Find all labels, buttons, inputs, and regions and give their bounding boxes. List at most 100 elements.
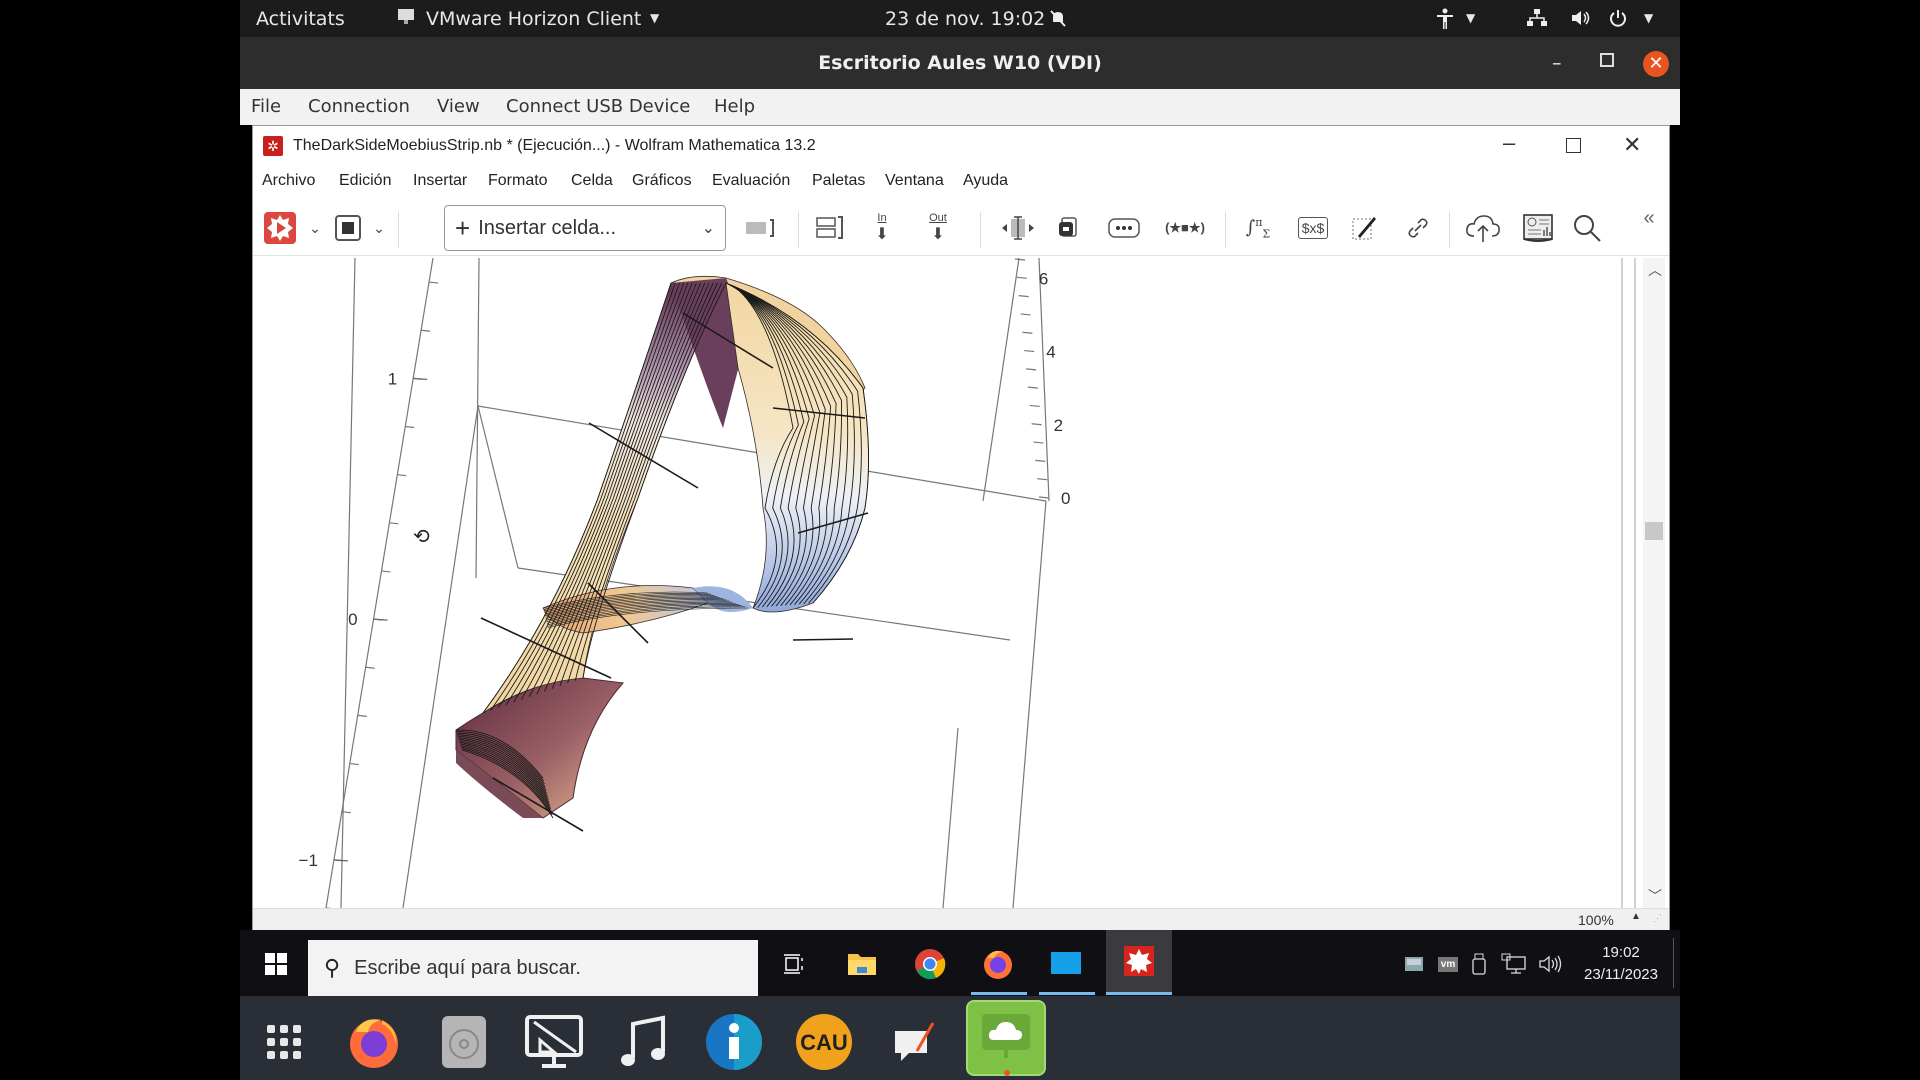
taskbar-file-explorer[interactable] [844, 946, 880, 982]
menu-ayuda[interactable]: Ayuda [963, 172, 1008, 190]
taskbar-chrome[interactable] [912, 946, 948, 982]
dock-horizon-client[interactable] [966, 1000, 1046, 1076]
minimize-button[interactable]: – [1503, 130, 1515, 156]
zoom-level[interactable]: 100% [1578, 912, 1614, 928]
in-label: In [877, 212, 887, 224]
math-palette-icon: ∫πΣ [1245, 215, 1271, 241]
menu-file[interactable]: File [251, 96, 281, 117]
dock-optical-drive[interactable] [432, 1010, 496, 1074]
evaluate-button[interactable] [262, 210, 298, 246]
ellipsis-button[interactable] [1107, 210, 1141, 246]
dock-info[interactable] [702, 1010, 766, 1074]
evaluate-dropdown[interactable]: ⌄ [307, 210, 323, 246]
cell-bracket[interactable] [1621, 258, 1623, 908]
vertical-scrollbar[interactable]: ︿ ﹀ [1643, 258, 1665, 908]
task-view-button[interactable] [776, 946, 812, 982]
taskbar-clock[interactable]: 19:02 23/11/2023 [1576, 942, 1666, 986]
link-button[interactable] [1403, 210, 1433, 246]
menu-connect-usb[interactable]: Connect USB Device [506, 96, 690, 117]
cell-bracket-button[interactable] [743, 210, 777, 246]
vmware-running-indicator [1039, 992, 1095, 995]
menu-paletas[interactable]: Paletas [812, 172, 865, 190]
menu-insertar[interactable]: Insertar [413, 172, 467, 190]
drawing-button[interactable] [1347, 210, 1381, 246]
collapse-toolbar-button[interactable]: « [1639, 200, 1659, 236]
abort-button[interactable] [333, 210, 363, 246]
running-indicator [1004, 1070, 1010, 1076]
insert-output-button[interactable]: Out ⬇ [921, 210, 955, 246]
dock-cau[interactable]: CAU [792, 1010, 856, 1074]
drawing-icon [1352, 217, 1376, 240]
chevron-down-icon[interactable]: ▼ [650, 11, 659, 25]
notebook-content[interactable]: 1 0 −1 6 4 2 0 ⟲ [253, 258, 1629, 908]
insert-cell-dropdown[interactable]: + Insertar celda... ⌄ [444, 205, 726, 251]
close-button[interactable]: ✕ [1623, 132, 1641, 158]
left-axis-tick [333, 859, 348, 862]
show-desktop-button[interactable] [1673, 938, 1674, 988]
abort-dropdown[interactable]: ⌄ [371, 210, 387, 246]
svg-text:CAU: CAU [800, 1030, 848, 1055]
dock-show-apps[interactable] [252, 1010, 316, 1074]
menu-connection[interactable]: Connection [308, 96, 410, 117]
math-palette-button[interactable]: ∫πΣ [1241, 210, 1275, 246]
app-menu[interactable]: VMware Horizon Client [426, 8, 641, 30]
menu-edicion[interactable]: Edición [339, 172, 391, 190]
cell-group-bracket[interactable] [1634, 258, 1636, 908]
taskbar-mathematica[interactable] [1106, 930, 1172, 992]
chevron-down-icon[interactable]: ▼ [1466, 11, 1475, 25]
menu-help[interactable]: Help [714, 96, 755, 117]
menu-formato[interactable]: Formato [488, 172, 548, 190]
activities-button[interactable]: Activitats [256, 8, 345, 30]
volume-icon[interactable] [1570, 8, 1592, 33]
accessibility-icon[interactable] [1436, 8, 1454, 35]
tray-network-icon[interactable] [1500, 946, 1528, 982]
tray-vmware-icon[interactable]: vm [1436, 946, 1460, 982]
dock-firefox[interactable] [342, 1010, 406, 1074]
minimize-button[interactable]: – [1552, 37, 1562, 89]
power-icon[interactable] [1608, 8, 1628, 33]
maximize-button[interactable] [1600, 53, 1614, 67]
toolbar-separator [1225, 212, 1226, 248]
dock-music[interactable] [612, 1010, 676, 1074]
tray-volume-icon[interactable] [1536, 946, 1564, 982]
left-axis-tick [373, 618, 388, 621]
documentation-button[interactable] [1519, 210, 1557, 246]
dock-remote-desktop[interactable] [522, 1010, 586, 1074]
maximize-button[interactable] [1566, 138, 1581, 153]
network-icon[interactable] [1526, 8, 1548, 33]
taskbar-firefox[interactable] [980, 946, 1016, 982]
menu-archivo[interactable]: Archivo [262, 172, 315, 190]
cell-group-button[interactable] [813, 210, 847, 246]
frame-button[interactable] [1053, 210, 1083, 246]
cloud-upload-button[interactable] [1463, 210, 1503, 246]
chevron-down-icon: ⌄ [701, 220, 715, 237]
start-button[interactable] [258, 946, 294, 982]
chevron-down-icon[interactable]: ▼ [1644, 11, 1653, 25]
menu-graficos[interactable]: Gráficos [632, 172, 692, 190]
remote-desktop-icon [525, 1015, 583, 1068]
scroll-up-icon[interactable]: ︿ [1648, 260, 1662, 280]
search-icon: ⚲ [324, 955, 341, 980]
resize-grip-icon[interactable]: ⋰ [1653, 913, 1662, 924]
scrollbar-thumb[interactable] [1645, 522, 1663, 540]
tex-button[interactable]: $x$ [1295, 210, 1331, 246]
taskbar-vmware[interactable] [1048, 946, 1084, 982]
clock[interactable]: 23 de nov. 19:02 [885, 8, 1045, 30]
mathematica-logo-icon: ✲ [263, 136, 283, 156]
menu-view[interactable]: View [437, 96, 480, 117]
resize-button[interactable] [998, 210, 1038, 246]
zoom-menu-icon[interactable]: ▲ [1631, 911, 1641, 922]
moebius-strip-plot[interactable]: 1 0 −1 6 4 2 0 ⟲ [253, 258, 1629, 908]
tray-scanner-icon[interactable] [1402, 946, 1426, 982]
insert-input-button[interactable]: In ⬇ [865, 210, 899, 246]
menu-ventana[interactable]: Ventana [885, 172, 944, 190]
search-button[interactable] [1569, 210, 1605, 246]
dock-text-editor[interactable] [882, 1010, 946, 1074]
close-button[interactable]: ✕ [1643, 51, 1669, 77]
taskbar-search-box[interactable]: ⚲ Escribe aquí para buscar. [308, 940, 758, 996]
tray-usb-icon[interactable] [1468, 946, 1492, 982]
menu-evaluacion[interactable]: Evaluación [712, 172, 790, 190]
menu-celda[interactable]: Celda [571, 172, 613, 190]
expression-button[interactable]: (★■★) [1163, 210, 1207, 246]
scroll-down-icon[interactable]: ﹀ [1648, 886, 1662, 906]
